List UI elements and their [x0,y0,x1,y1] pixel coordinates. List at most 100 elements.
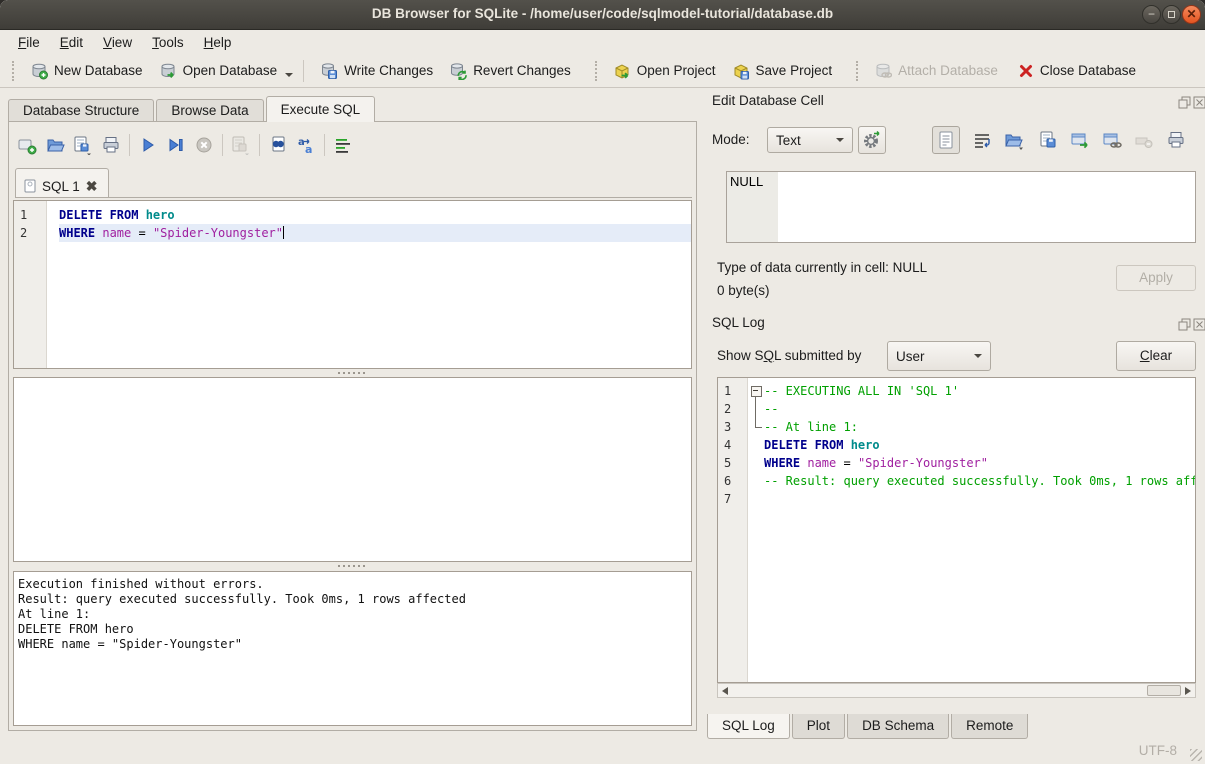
sql-log-filter-label: Show SQL submitted by [717,348,861,363]
results-pane[interactable] [13,377,692,562]
open-project-button[interactable]: Open Project [605,58,724,84]
filter-label-mnemonic: Q [764,348,775,363]
mode-select-value: Text [776,133,801,148]
write-changes-button[interactable]: Write Changes [312,58,441,84]
cell-null-value: NULL [730,174,763,189]
apply-gear-icon [862,130,882,150]
export-data-icon[interactable] [1038,130,1058,150]
toolbar-separator [259,134,260,156]
import-data-icon[interactable] [1004,130,1026,150]
main-tab-bar: Database Structure Browse Data Execute S… [8,96,377,122]
close-dock-icon[interactable] [1193,318,1205,331]
sql-log-filter-value: User [896,349,925,364]
sql-log-filter-select[interactable]: User [887,341,991,371]
apply-gear-button[interactable] [858,126,886,154]
menu-help[interactable]: Help [194,32,242,53]
open-project-label: Open Project [637,63,716,78]
open-sql-file-icon[interactable] [41,132,69,158]
sql-editor[interactable]: 1DELETE FROM hero2WHERE name = "Spider-Y… [13,200,692,369]
clear-button[interactable]: Clear [1116,341,1196,371]
sql-editor-toolbar: aa [13,130,357,160]
float-dock-icon[interactable] [1178,96,1191,109]
open-database-dropdown-icon[interactable] [285,73,293,77]
attach-database-label: Attach Database [898,63,998,78]
new-tab-icon[interactable] [13,132,41,158]
link-icon[interactable] [1102,130,1122,150]
print-icon[interactable] [97,132,125,158]
cell-null-strip: NULL [727,172,778,242]
sql-log-dock: SQL Log Show SQL submitted by User Clear… [705,313,1205,735]
scrollbar-thumb[interactable] [1147,685,1181,696]
title-bar[interactable]: DB Browser for SQLite - /home/user/code/… [0,0,1205,30]
maximize-glyph [1168,11,1175,18]
toolbar-handle [595,61,599,81]
app-window: DB Browser for SQLite - /home/user/code/… [0,0,1205,764]
toolbar-separator [303,60,304,82]
open-in-window-icon[interactable] [1070,130,1090,150]
toolbar-separator [222,134,223,156]
menu-tools[interactable]: Tools [142,32,194,53]
word-wrap-icon[interactable] [972,130,992,150]
horizontal-scrollbar[interactable] [717,683,1196,698]
save-results-icon[interactable] [227,132,255,158]
find-replace-icon[interactable] [264,132,292,158]
cell-value-editor[interactable]: NULL [726,171,1196,243]
open-database-label: Open Database [183,63,278,78]
window-title: DB Browser for SQLite - /home/user/code/… [0,6,1205,21]
print-cell-icon[interactable] [1166,130,1186,150]
text-mode-icon[interactable] [932,126,960,154]
sql-doc-tab-bar: SQL 1 ✖ [15,169,692,198]
resize-grip-icon[interactable] [1190,749,1202,761]
save-project-icon [732,62,750,80]
toggle-comment-icon[interactable] [329,132,357,158]
close-tab-icon[interactable]: ✖ [86,178,98,195]
menu-file[interactable]: File [8,32,50,53]
close-database-icon [1018,63,1034,79]
encoding-indicator: UTF-8 [1139,743,1177,758]
sql-doc-tab[interactable]: SQL 1 ✖ [15,168,109,197]
open-database-icon [159,62,177,80]
save-sql-file-icon[interactable] [69,132,97,158]
main-toolbar: New Database Open Database Write Changes [0,54,1205,88]
new-database-label: New Database [54,63,143,78]
scroll-right-icon[interactable] [1181,684,1195,697]
apply-button[interactable]: Apply [1116,265,1196,291]
execute-current-line-icon[interactable] [162,132,190,158]
revert-changes-button[interactable]: Revert Changes [441,58,579,84]
attach-database-button[interactable]: Attach Database [866,58,1006,84]
sql-log-dock-title: SQL Log [712,315,765,330]
tab-execute-sql[interactable]: Execute SQL [266,96,376,122]
float-dock-icon[interactable] [1178,318,1191,331]
save-project-button[interactable]: Save Project [724,58,841,84]
splitter-handle[interactable] [13,563,692,569]
mode-select[interactable]: Text [767,127,853,153]
execute-all-icon[interactable] [134,132,162,158]
filter-label-pre: Show S [717,348,764,363]
close-database-button[interactable]: Close Database [1010,59,1144,83]
close-dock-icon[interactable] [1193,96,1205,109]
cell-type-info: Type of data currently in cell: NULL [717,260,927,275]
scroll-left-icon[interactable] [718,684,732,697]
toolbar-handle [12,61,16,81]
set-null-icon[interactable] [1134,130,1154,150]
minimize-icon[interactable]: − [1142,5,1161,24]
mode-label: Mode: [712,132,750,147]
close-icon[interactable]: ✕ [1182,5,1201,24]
toolbar-handle [856,61,860,81]
menu-edit[interactable]: Edit [50,32,93,53]
sql-log-view[interactable]: 1-- EXECUTING ALL IN 'SQL 1'2--3-- At li… [717,377,1196,683]
tab-browse-data[interactable]: Browse Data [156,99,263,122]
auto-format-icon[interactable]: aa [292,132,320,158]
toolbar-separator [129,134,130,156]
filter-label-post: L submitted by [774,348,861,363]
menu-view[interactable]: View [93,32,142,53]
tab-database-structure[interactable]: Database Structure [8,99,154,122]
maximize-icon[interactable] [1162,5,1181,24]
stop-icon[interactable] [190,132,218,158]
open-database-button[interactable]: Open Database [151,58,286,84]
editor-code[interactable]: 1DELETE FROM hero2WHERE name = "Spider-Y… [14,201,691,242]
splitter-handle[interactable] [13,370,692,376]
new-database-button[interactable]: New Database [22,58,151,84]
execute-sql-panel: aa SQL 1 ✖ 1DELETE FROM hero2WHERE name … [8,121,697,731]
close-database-label: Close Database [1040,63,1136,78]
